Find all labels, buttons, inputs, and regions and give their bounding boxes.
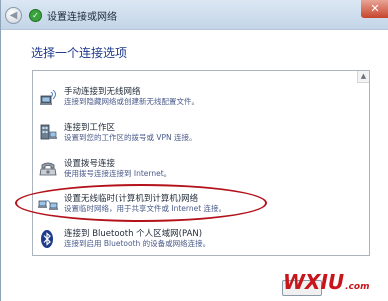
option-manual-wireless[interactable]: 手动连接到无线网络 连接到隐藏网络或创建新无线配置文件。 — [33, 85, 358, 119]
close-button[interactable]: ✕ — [361, 0, 388, 18]
option-description: 连接到隐藏网络或创建新无线配置文件。 — [64, 97, 199, 106]
option-description: 设置到您的工作区的拨号或 VPN 连接。 — [64, 133, 197, 142]
red-highlight-circle — [15, 184, 267, 222]
dialup-telephone-icon — [39, 162, 57, 176]
back-button[interactable]: ◀ — [5, 7, 22, 24]
workplace-network-icon — [40, 124, 57, 140]
window-title: 设置连接或网络 — [47, 12, 117, 23]
option-workplace[interactable]: 连接到工作区 设置到您的工作区的拨号或 VPN 连接。 — [33, 121, 358, 155]
setup-connection-window: ◀ ✓ 设置连接或网络 ✕ 选择一个连接选项 ▲ 手动连接到无线网络 连接到隐藏… — [0, 0, 388, 301]
option-bluetooth-pan[interactable]: 连接到 Bluetooth 个人区域网(PAN) 连接到启用 Bluetooth… — [33, 227, 358, 255]
wireless-network-icon — [40, 89, 56, 105]
watermark-brand: WXIU — [283, 270, 345, 294]
option-description: 使用拨号连接连接到 Internet。 — [64, 169, 172, 178]
page-heading: 选择一个连接选项 — [31, 46, 128, 60]
title-bar: ◀ ✓ 设置连接或网络 ✕ — [1, 0, 388, 30]
bluetooth-icon — [41, 230, 53, 248]
connection-options-list: ▲ 手动连接到无线网络 连接到隐藏网络或创建新无线配置文件。 连接到工作区 设置… — [32, 70, 370, 256]
network-shield-icon: ✓ — [29, 9, 42, 22]
scroll-up-button[interactable]: ▲ — [357, 71, 369, 83]
watermark-suffix: .com — [345, 282, 370, 292]
site-watermark: WXIU.com — [283, 270, 370, 294]
option-description: 连接到启用 Bluetooth 的设备或网络连接。 — [64, 239, 211, 248]
